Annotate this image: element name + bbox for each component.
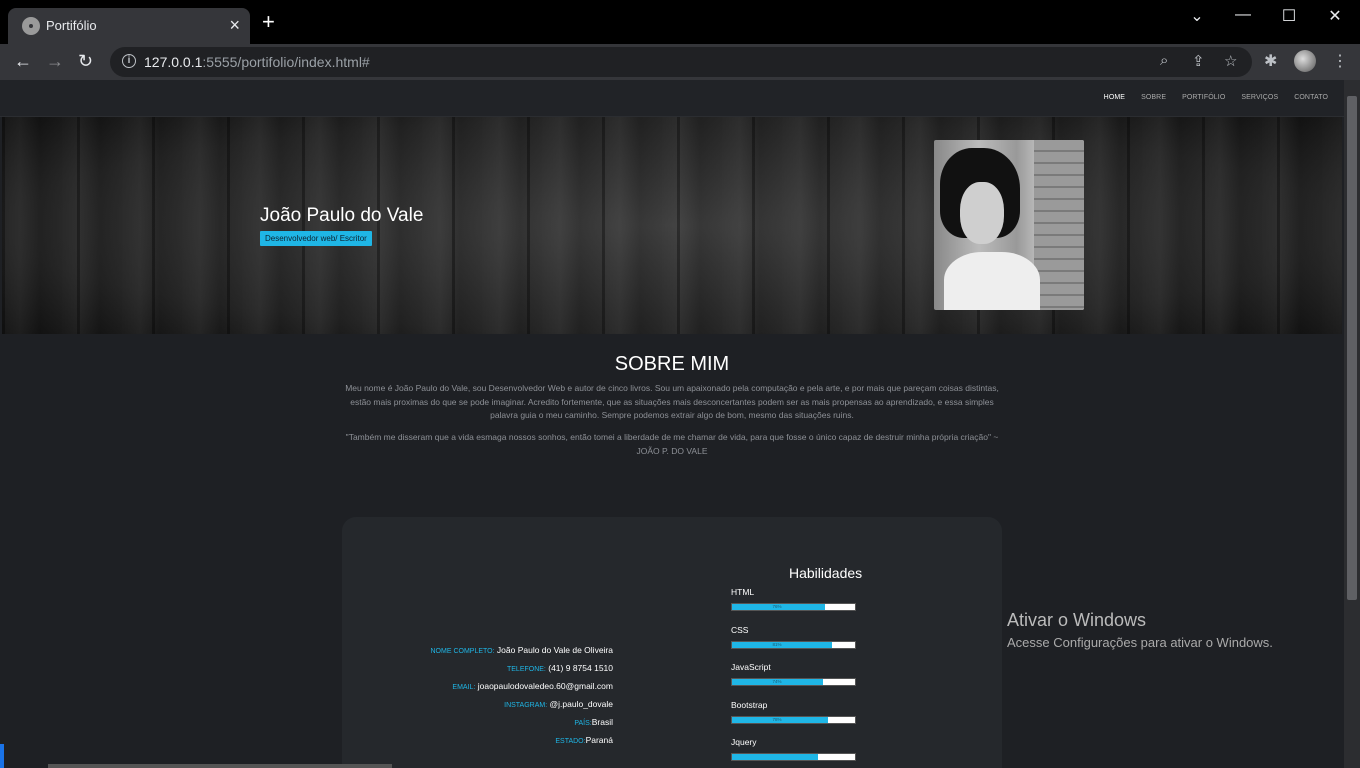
activation-title: Ativar o Windows: [1007, 610, 1147, 630]
personal-info-list: NOME COMPLETO: João Paulo do Vale de Oli…: [342, 641, 614, 749]
reload-icon[interactable]: ↻: [78, 51, 93, 71]
profile-avatar[interactable]: [1294, 50, 1316, 72]
skill-percent-label: 76%: [772, 604, 782, 609]
about-title: SOBRE MIM: [614, 353, 730, 375]
skill-progress-fill: [732, 754, 819, 760]
skill-progress-fill: 76%: [732, 604, 826, 610]
skill-name: HTML: [731, 587, 755, 597]
nav-item-home[interactable]: HOME: [1104, 94, 1125, 101]
page-scrollbar[interactable]: [1344, 80, 1360, 768]
info-row: NOME COMPLETO: João Paulo do Vale de Oli…: [342, 641, 614, 659]
skill-name: Bootstrap: [731, 699, 768, 710]
skill-progress-fill: 78%: [732, 716, 828, 723]
skill-percent-label: 78%: [772, 716, 782, 722]
skills-title: Habilidades: [789, 565, 863, 581]
skill-progress-bar: 76%: [731, 603, 856, 611]
info-value: (41) 9 8754 1510: [545, 663, 613, 673]
info-label: TELEFONE:: [506, 666, 546, 673]
nav-menu: HOME SOBRE PORTIFÓLIO SERVIÇOS CONTATO: [1104, 94, 1328, 101]
skill-item: Bootstrap 78%: [731, 700, 861, 736]
skill-name: CSS: [731, 624, 749, 635]
skill-progress-bar: 78%: [731, 715, 856, 724]
nav-item-servicos[interactable]: SERVIÇOS: [1241, 94, 1278, 101]
browser-tab[interactable]: Portifólio ×: [8, 8, 250, 44]
info-label: ESTADO:: [555, 738, 586, 745]
extensions-icon[interactable]: ✱: [1264, 51, 1277, 71]
back-icon[interactable]: ←: [14, 51, 32, 71]
share-icon[interactable]: ⇪: [1192, 52, 1205, 70]
skill-name: Jquery: [731, 737, 757, 747]
about-text: Meu nome é João Paulo do Vale, sou Desen…: [345, 383, 999, 420]
site-navbar: HOME SOBRE PORTIFÓLIO SERVIÇOS CONTATO: [0, 80, 1344, 117]
hero-section: João Paulo do Vale Desenvolvedor web/ Es…: [2, 117, 1342, 334]
info-card: NOME COMPLETO: João Paulo do Vale de Oli…: [342, 517, 1002, 768]
tab-search-chevron-icon[interactable]: ⌄: [1174, 6, 1220, 26]
scrollbar-thumb[interactable]: [1347, 96, 1357, 600]
skill-progress-fill: 74%: [732, 679, 824, 685]
skill-progress-bar: 81%: [731, 640, 856, 649]
tab-close-icon[interactable]: ×: [229, 15, 240, 35]
info-row: EMAIL: joaopaulodovaledeo.60@gmail.com: [342, 677, 613, 695]
bookmark-star-icon[interactable]: ☆: [1224, 52, 1237, 70]
new-tab-icon[interactable]: +: [262, 11, 275, 33]
forward-icon[interactable]: →: [46, 51, 64, 71]
activation-subtitle: Acesse Configurações para ativar o Windo…: [1007, 635, 1273, 650]
info-row: INSTAGRAM: @j.paulo_dovale: [342, 695, 613, 713]
info-row: TELEFONE: (41) 9 8754 1510: [342, 659, 613, 677]
info-label: EMAIL:: [452, 684, 476, 691]
windows-activation-watermark: Ativar o Windows Acesse Configurações pa…: [1007, 610, 1273, 650]
zoom-icon[interactable]: ⌕: [1160, 52, 1168, 69]
info-label: NOME COMPLETO:: [430, 648, 495, 655]
info-label: INSTAGRAM:: [504, 702, 548, 709]
skill-progress-fill: 81%: [732, 641, 832, 648]
skill-item: JavaScript 74%: [731, 662, 861, 698]
info-value: João Paulo do Vale de Oliveira: [494, 645, 613, 655]
info-value: Paraná: [585, 735, 613, 745]
nav-item-portifolio[interactable]: PORTIFÓLIO: [1182, 94, 1225, 101]
menu-kebab-icon[interactable]: ⋮: [1332, 51, 1348, 71]
nav-item-sobre[interactable]: SOBRE: [1141, 94, 1166, 101]
minimize-icon[interactable]: —: [1220, 6, 1266, 24]
tab-favicon-icon: [22, 17, 40, 35]
skill-item: HTML 76%: [731, 587, 861, 623]
address-bar[interactable]: i 127.0.0.1:5555/portifolio/index.html# …: [110, 47, 1252, 77]
browser-toolbar: ← → ↻ i 127.0.0.1:5555/portifolio/index.…: [0, 44, 1360, 80]
skill-progress-bar: 74%: [731, 678, 856, 686]
nav-item-contato[interactable]: CONTATO: [1294, 94, 1328, 101]
info-value: @j.paulo_dovale: [547, 699, 613, 709]
info-label: PAÍS:: [574, 720, 592, 727]
skill-percent-label: 74%: [772, 679, 782, 684]
info-row: ESTADO:Paraná: [342, 731, 613, 749]
url-text[interactable]: 127.0.0.1:5555/portifolio/index.html#: [144, 54, 370, 70]
horizontal-scrollbar[interactable]: [48, 764, 392, 768]
info-value: joaopaulodovaledeo.60@gmail.com: [475, 681, 613, 691]
skill-percent-label: 81%: [772, 641, 782, 647]
skill-item: Jquery: [731, 737, 861, 768]
skill-progress-bar: [731, 753, 856, 761]
browser-tab-bar: Portifólio × + ⌄ — ☐ ✕: [0, 0, 1360, 44]
skill-name: JavaScript: [731, 662, 771, 672]
web-page: HOME SOBRE PORTIFÓLIO SERVIÇOS CONTATO João …: [0, 80, 1344, 768]
skill-item: CSS 81%: [731, 625, 861, 661]
site-info-icon[interactable]: i: [122, 54, 136, 68]
tab-title: Portifólio: [46, 18, 97, 33]
profile-photo: [934, 140, 1084, 310]
about-quote: "Também me disseram que a vida esmaga no…: [345, 432, 999, 456]
info-value: Brasil: [591, 717, 613, 727]
close-window-icon[interactable]: ✕: [1312, 6, 1358, 26]
maximize-icon[interactable]: ☐: [1266, 6, 1312, 26]
hero-name: João Paulo do Vale: [260, 205, 424, 226]
info-row: PAÍS:Brasil: [342, 713, 613, 731]
hero-role-badge: Desenvolvedor web/ Escritor: [260, 231, 372, 246]
